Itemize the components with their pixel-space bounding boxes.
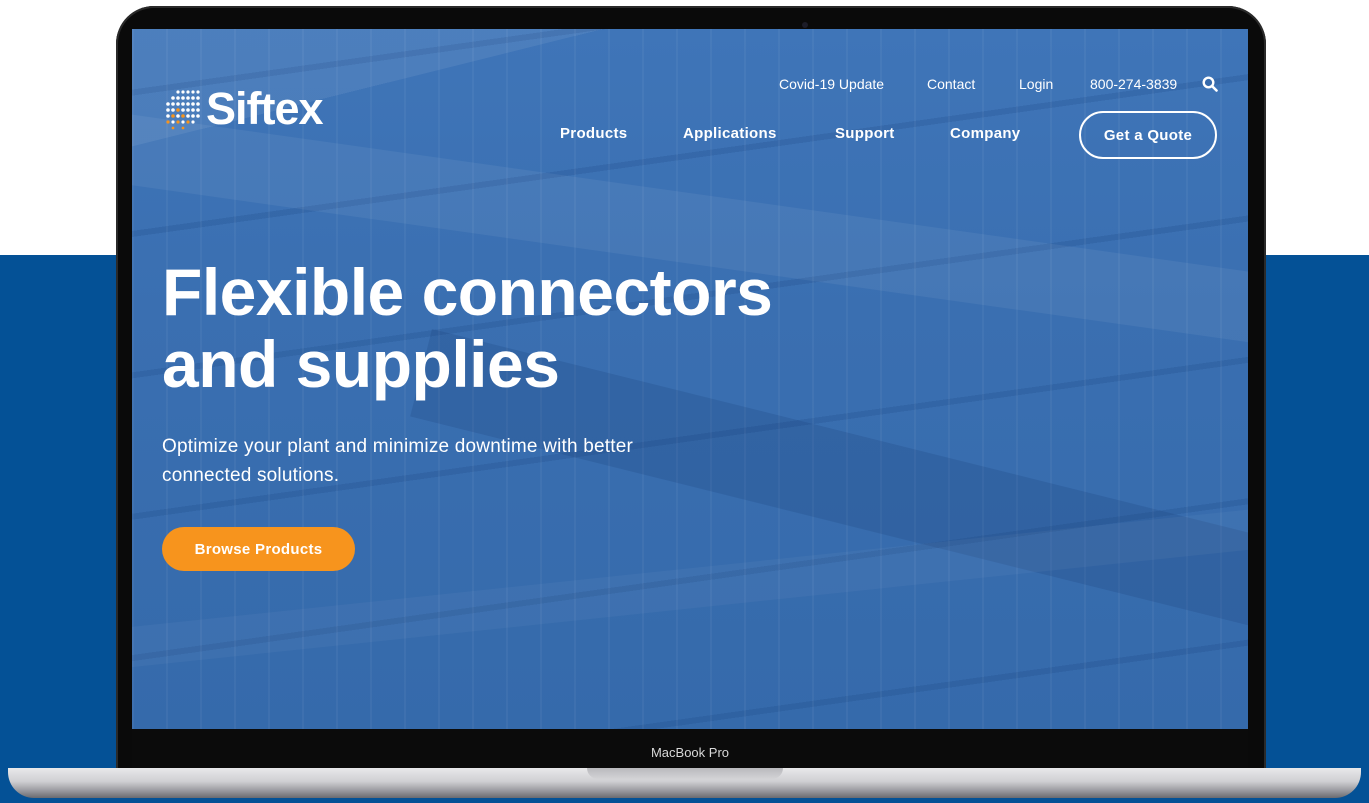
logo-dots-icon	[166, 90, 200, 130]
nav-applications[interactable]: Applications	[683, 125, 777, 142]
laptop-base-notch	[587, 768, 783, 779]
browse-products-button[interactable]: Browse Products	[162, 527, 355, 571]
search-icon[interactable]	[1202, 76, 1218, 92]
hero-subtitle-line: Optimize your plant and minimize downtim…	[162, 436, 634, 457]
camera-dot	[802, 22, 808, 28]
hero-title-line: and supplies	[162, 327, 560, 401]
hero-title-line: Flexible connectors	[162, 255, 773, 329]
get-a-quote-button[interactable]: Get a Quote	[1079, 111, 1217, 159]
siftex-logo[interactable]: Siftex	[162, 83, 324, 134]
nav-products[interactable]: Products	[560, 125, 627, 142]
nav-company[interactable]: Company	[950, 125, 1020, 142]
hero-title: Flexible connectors and supplies	[162, 256, 862, 400]
login-link[interactable]: Login	[1019, 76, 1053, 92]
device-label: MacBook Pro	[650, 745, 730, 760]
contact-link[interactable]: Contact	[927, 76, 975, 92]
phone-link[interactable]: 800-274-3839	[1090, 76, 1177, 92]
hero-subtitle-line: connected solutions.	[162, 465, 340, 486]
hero-subtitle: Optimize your plant and minimize downtim…	[162, 432, 702, 490]
covid-update-link[interactable]: Covid-19 Update	[779, 76, 884, 92]
logo-wordmark: Siftex	[206, 83, 324, 134]
nav-support[interactable]: Support	[835, 125, 895, 142]
laptop-chin: MacBook Pro	[132, 729, 1248, 769]
